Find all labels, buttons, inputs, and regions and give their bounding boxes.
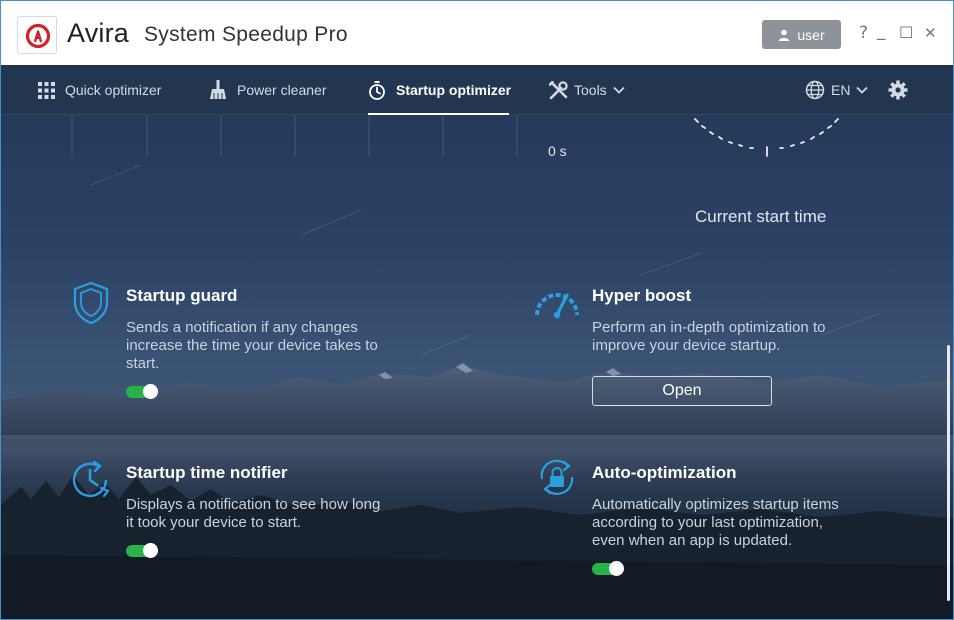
startup-time-notifier-title: Startup time notifier xyxy=(126,463,288,482)
avira-logo-icon xyxy=(25,23,51,49)
description-line: Automatically optimizes startup items xyxy=(592,496,839,513)
description-line: Perform an in-depth optimization to xyxy=(592,319,826,336)
nav-startup-optimizer[interactable]: Startup optimizer xyxy=(368,65,511,115)
nav-power-cleaner[interactable]: Power cleaner xyxy=(209,65,327,115)
description-line: start. xyxy=(126,355,160,372)
gauge-zero-label: 0 s xyxy=(548,143,567,159)
app-window: Avira System Speedup Pro user ? _ ☐ ✕ Qu… xyxy=(0,0,954,620)
hyper-boost-open-button[interactable]: Open xyxy=(592,376,772,406)
description-line: according to your last optimization, xyxy=(592,514,823,531)
avira-logo xyxy=(17,16,57,54)
user-icon xyxy=(779,29,790,41)
nav-quick-optimizer[interactable]: Quick optimizer xyxy=(38,65,161,115)
language-selector[interactable]: EN xyxy=(805,65,869,115)
clock-refresh-icon xyxy=(72,460,110,498)
startup-guard-title: Startup guard xyxy=(126,286,238,305)
toggle-knob xyxy=(143,543,158,558)
stopwatch-icon xyxy=(369,80,385,100)
chevron-down-icon xyxy=(856,86,869,94)
start-time-gauge xyxy=(694,118,839,157)
user-button-label: user xyxy=(797,26,825,43)
hyper-boost-description: Perform an in-depth optimization to impr… xyxy=(592,319,825,355)
nav-label: Startup optimizer xyxy=(396,82,512,98)
startup-optimizer-panel: 0 s Current start time Startup guard Sen… xyxy=(1,115,953,619)
gear-icon xyxy=(888,80,908,100)
speedometer-icon xyxy=(535,293,579,319)
description-line: Displays a notification to see how long xyxy=(126,496,381,513)
main-navigation: Quick optimizer Power cleaner Startup op… xyxy=(1,65,953,115)
description-line: improve your device startup. xyxy=(592,337,781,354)
brand-name: Avira xyxy=(67,18,130,48)
content-scrollbar[interactable] xyxy=(947,345,950,601)
auto-optimization-title: Auto-optimization xyxy=(592,463,737,482)
nav-label: Tools xyxy=(574,82,607,98)
chevron-down-icon xyxy=(613,86,625,94)
broom-icon xyxy=(210,80,226,99)
maximize-button[interactable]: ☐ xyxy=(899,23,913,43)
description-line: it took your device to start. xyxy=(126,514,302,531)
hyper-boost-title: Hyper boost xyxy=(592,286,692,305)
globe-icon xyxy=(805,80,825,100)
toggle-knob xyxy=(143,384,158,399)
language-label: EN xyxy=(831,82,851,98)
nav-tools[interactable]: Tools xyxy=(549,65,625,115)
auto-optimization-toggle[interactable] xyxy=(592,561,624,576)
toggle-knob xyxy=(609,561,624,576)
nav-label: Power cleaner xyxy=(237,82,327,98)
startup-guard-description: Sends a notification if any changes incr… xyxy=(126,319,378,373)
startup-time-notifier-description: Displays a notification to see how long … xyxy=(126,496,380,532)
grid-icon xyxy=(38,81,55,99)
tools-icon xyxy=(549,80,568,99)
product-name: System Speedup Pro xyxy=(144,23,348,46)
description-line: Sends a notification if any changes xyxy=(126,319,358,336)
description-line: even when an app is updated. xyxy=(592,532,793,549)
lock-sync-icon xyxy=(540,459,574,496)
close-button[interactable]: ✕ xyxy=(924,23,937,43)
minimize-button[interactable]: _ xyxy=(877,21,886,41)
settings-button[interactable] xyxy=(888,65,908,115)
user-account-button[interactable]: user xyxy=(762,20,841,49)
current-start-time-label: Current start time xyxy=(695,207,827,226)
shield-icon xyxy=(73,281,109,325)
title-bar: Avira System Speedup Pro user ? _ ☐ ✕ xyxy=(1,1,953,65)
description-line: increase the time your device takes to xyxy=(126,337,378,354)
startup-guard-toggle[interactable] xyxy=(126,384,158,399)
startup-time-notifier-toggle[interactable] xyxy=(126,543,158,558)
auto-optimization-description: Automatically optimizes startup items ac… xyxy=(592,496,839,550)
help-button[interactable]: ? xyxy=(859,23,868,43)
nav-label: Quick optimizer xyxy=(65,82,162,98)
